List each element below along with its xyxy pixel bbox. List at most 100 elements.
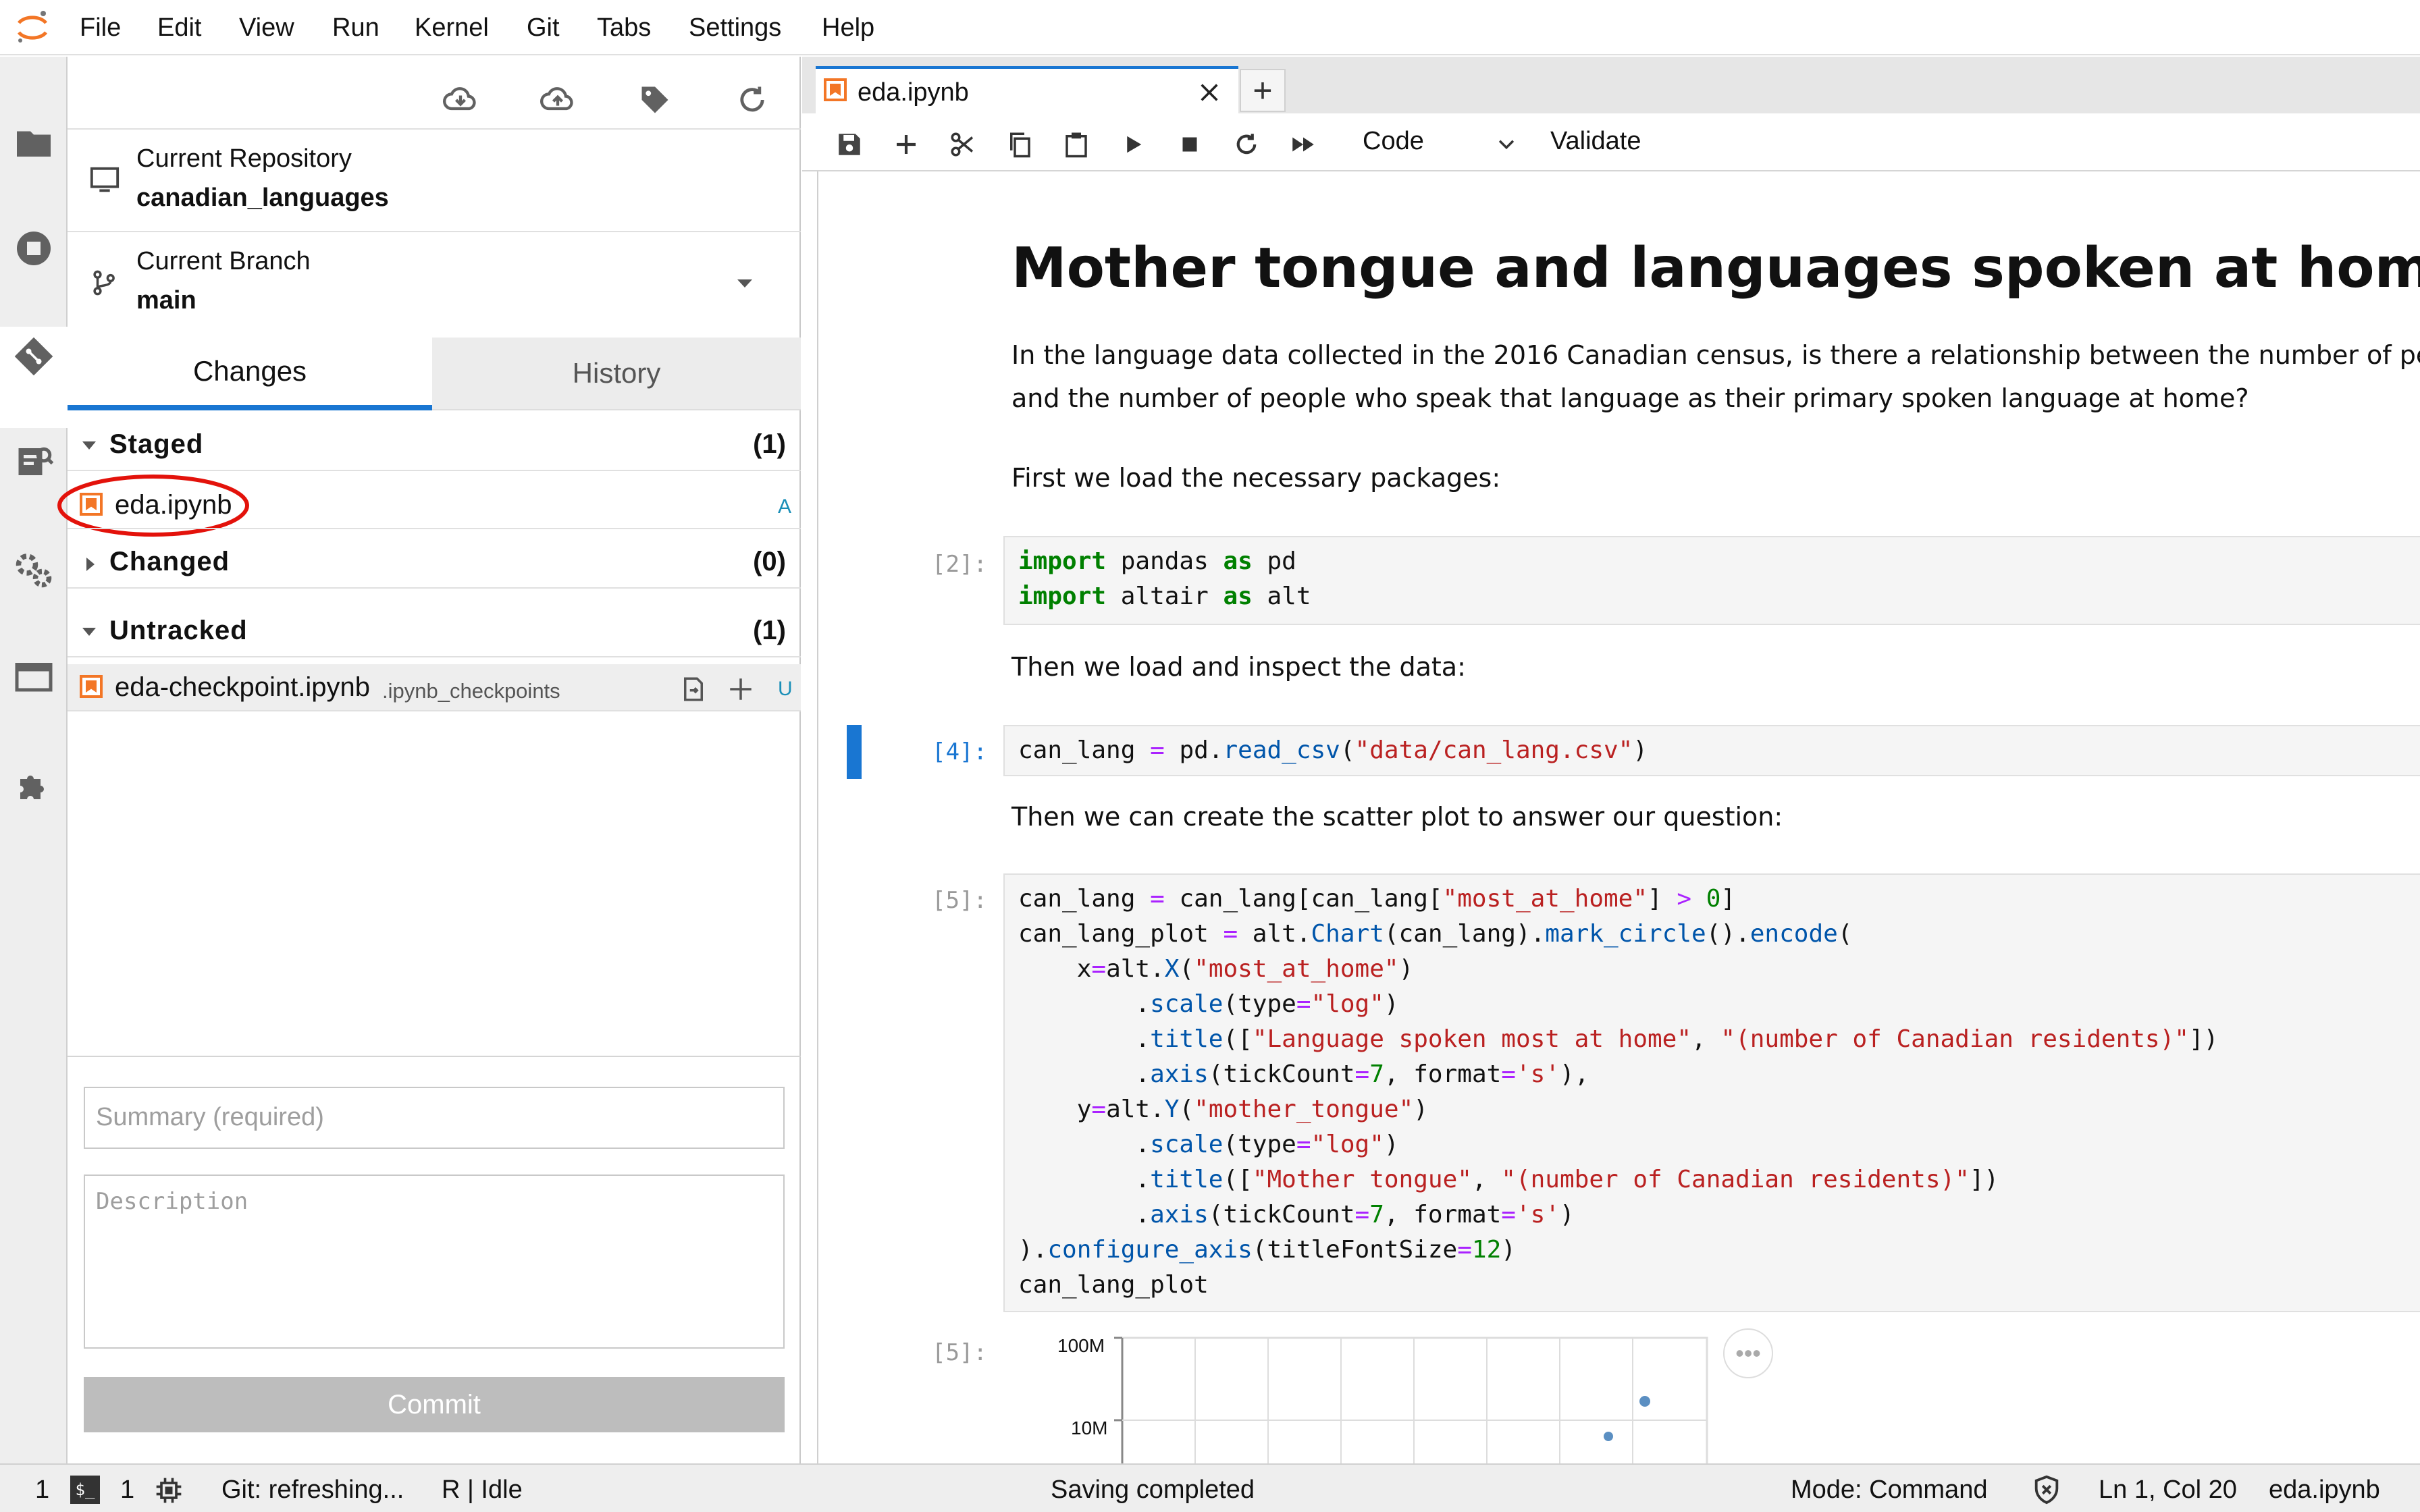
- menu-bar: File Edit View Run Kernel Git Tabs Setti…: [0, 0, 2420, 55]
- terminal-count[interactable]: 1: [120, 1476, 134, 1505]
- code-cell[interactable]: can_lang = can_lang[can_lang["most_at_ho…: [1003, 873, 2420, 1312]
- file-path: .ipynb_checkpoints: [382, 679, 560, 703]
- menu-settings[interactable]: Settings: [689, 14, 781, 43]
- cloud-pull-icon[interactable]: [439, 78, 482, 122]
- y-tick-label: 10M: [1071, 1418, 1108, 1438]
- menu-help[interactable]: Help: [822, 14, 874, 43]
- notebook-content: Mother tongue and languages spoken at ho…: [817, 171, 2420, 1463]
- property-inspector-icon[interactable]: [11, 547, 57, 593]
- tag-icon[interactable]: [633, 78, 677, 122]
- git-status: Git: refreshing...: [221, 1476, 404, 1504]
- cell-prompt: [5]:: [932, 1339, 987, 1366]
- restart-icon[interactable]: [1230, 128, 1263, 161]
- markdown-paragraph: First we load the necessary packages:: [1011, 463, 1501, 493]
- data-point: [1604, 1432, 1613, 1441]
- menu-git[interactable]: Git: [527, 14, 560, 43]
- commit-button[interactable]: Commit: [84, 1377, 785, 1432]
- code-cell[interactable]: import pandas as pd import altair as alt: [1003, 536, 2420, 625]
- menu-kernel[interactable]: Kernel: [415, 14, 489, 43]
- status-bar: 1 $_ 1 Git: refreshing... R | Idle Savin…: [0, 1463, 2420, 1512]
- copy-icon[interactable]: [1003, 128, 1036, 161]
- cut-icon[interactable]: [947, 128, 979, 161]
- jupyter-logo-icon: [17, 11, 48, 43]
- menu-view[interactable]: View: [239, 14, 294, 43]
- git-icon[interactable]: [11, 333, 57, 379]
- activity-bar: [0, 57, 68, 1463]
- chart-area: [1114, 1336, 1708, 1463]
- changed-count: (0): [753, 547, 786, 576]
- tab-changes[interactable]: Changes: [68, 338, 432, 410]
- branch-label: Current Branch: [136, 247, 311, 275]
- kernel-cpu-icon: [156, 1478, 182, 1503]
- tab-eda-notebook[interactable]: eda.ipynb: [816, 66, 1238, 115]
- staged-title: Staged: [109, 429, 204, 459]
- tab-title: eda.ipynb: [858, 78, 969, 107]
- refresh-icon[interactable]: [731, 78, 774, 122]
- description-input[interactable]: Description: [84, 1174, 785, 1349]
- markdown-paragraph: Then we can create the scatter plot to a…: [1011, 802, 1783, 832]
- file-name: eda-checkpoint.ipynb: [115, 672, 371, 702]
- cell-prompt: [5]:: [932, 887, 987, 914]
- computer-icon: [90, 167, 120, 192]
- data-point: [1639, 1396, 1650, 1407]
- tabs-icon[interactable]: [11, 653, 57, 699]
- mode-indicator[interactable]: Mode: Command: [1791, 1476, 1987, 1505]
- open-file-icon[interactable]: [679, 675, 708, 703]
- trusted-shield-icon: [2034, 1475, 2059, 1505]
- running-icon[interactable]: [11, 225, 57, 271]
- git-panel: Current Repository canadian_languages Cu…: [57, 57, 801, 1463]
- menu-tabs[interactable]: Tabs: [597, 14, 651, 43]
- fast-forward-icon[interactable]: [1287, 128, 1319, 161]
- menu-run[interactable]: Run: [332, 14, 379, 43]
- untracked-file-row[interactable]: eda-checkpoint.ipynb .ipynb_checkpoints …: [68, 664, 801, 710]
- staged-count: (1): [753, 429, 786, 459]
- changed-title: Changed: [109, 547, 230, 576]
- notebook-area: eda.ipynb + Code Validate Mother tongue …: [802, 57, 2420, 1463]
- untracked-count: (1): [753, 616, 786, 645]
- close-icon[interactable]: [1198, 81, 1221, 104]
- markdown-paragraph: Then we load and inspect the data:: [1011, 652, 1466, 682]
- terminal-icon: $_: [70, 1476, 100, 1504]
- document-tab-bar: eda.ipynb +: [802, 57, 2420, 115]
- caret-down-icon: [82, 441, 96, 450]
- repository-label: Current Repository: [136, 144, 352, 173]
- run-icon[interactable]: [1117, 128, 1149, 161]
- kernel-state[interactable]: R | Idle: [442, 1476, 523, 1505]
- repository-name: canadian_languages: [136, 184, 389, 212]
- status-filename: eda.ipynb: [2269, 1476, 2380, 1504]
- untracked-title: Untracked: [109, 616, 248, 645]
- cloud-push-icon[interactable]: [536, 78, 579, 122]
- branch-name: main: [136, 286, 196, 315]
- kernel-count[interactable]: 1: [35, 1476, 49, 1505]
- save-icon[interactable]: [833, 128, 866, 161]
- cell-prompt: [4]:: [932, 738, 987, 765]
- cursor-position[interactable]: Ln 1, Col 20: [2099, 1476, 2237, 1505]
- chart-actions-menu[interactable]: •••: [1723, 1328, 1773, 1378]
- extension-icon[interactable]: [11, 763, 57, 809]
- validate-button[interactable]: Validate: [1550, 127, 1641, 156]
- chevron-down-icon: [1498, 140, 1515, 150]
- chevron-down-icon[interactable]: [737, 279, 752, 288]
- folder-icon[interactable]: [11, 120, 57, 166]
- file-status: U: [778, 678, 793, 700]
- stage-plus-icon[interactable]: [727, 675, 755, 703]
- notebook-icon: [824, 78, 847, 101]
- table-of-contents-icon[interactable]: [11, 439, 57, 485]
- menu-edit[interactable]: Edit: [157, 14, 201, 43]
- caret-down-icon: [82, 628, 96, 636]
- staged-file-row[interactable]: eda.ipynb A: [57, 475, 801, 537]
- cell-prompt: [2]:: [932, 551, 987, 578]
- new-tab-button[interactable]: +: [1240, 69, 1286, 112]
- add-cell-icon[interactable]: [890, 128, 922, 161]
- intro-paragraph-line2: and the number of people who speak that …: [1011, 383, 2249, 413]
- summary-input[interactable]: Summary (required): [84, 1087, 785, 1149]
- description-placeholder: Description: [96, 1188, 248, 1215]
- tab-history[interactable]: History: [432, 338, 801, 410]
- notebook-toolbar: Code Validate: [802, 113, 2420, 171]
- save-status: Saving completed: [1051, 1476, 1255, 1504]
- code-cell[interactable]: can_lang = pd.read_csv("data/can_lang.cs…: [1003, 725, 2420, 776]
- paste-icon[interactable]: [1060, 128, 1093, 161]
- stop-icon[interactable]: [1174, 128, 1206, 161]
- summary-placeholder: Summary (required): [96, 1103, 324, 1131]
- menu-file[interactable]: File: [80, 14, 121, 43]
